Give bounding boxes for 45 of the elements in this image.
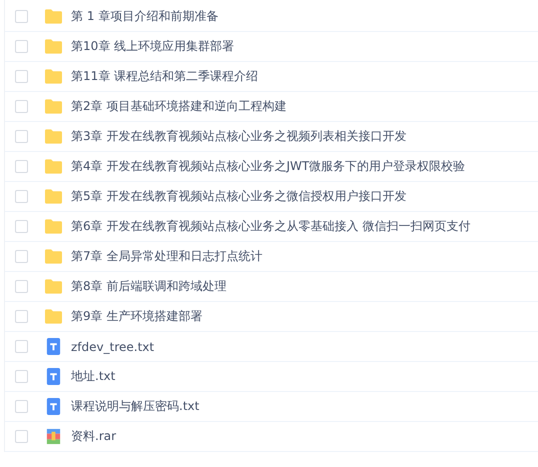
checkbox[interactable]	[15, 70, 28, 83]
folder-name[interactable]: 第3章 开发在线教育视频站点核心业务之视频列表相关接口开发	[71, 128, 406, 145]
text-file-icon	[45, 398, 62, 415]
checkbox[interactable]	[15, 10, 28, 23]
folder-icon	[45, 188, 62, 205]
checkbox[interactable]	[15, 160, 28, 173]
checkbox[interactable]	[15, 280, 28, 293]
folder-name[interactable]: 第6章 开发在线教育视频站点核心业务之从零基础接入 微信扫一扫网页支付	[71, 218, 470, 235]
folder-icon	[45, 38, 62, 55]
folder-icon	[45, 98, 62, 115]
folder-name[interactable]: 第 1 章项目介绍和前期准备	[71, 8, 218, 25]
archive-icon	[45, 428, 62, 445]
folder-name[interactable]: 第9章 生产环境搭建部署	[71, 308, 202, 325]
checkbox[interactable]	[15, 130, 28, 143]
checkbox[interactable]	[15, 400, 28, 413]
checkbox[interactable]	[15, 220, 28, 233]
folder-name[interactable]: 第2章 项目基础环境搭建和逆向工程构建	[71, 98, 286, 115]
file-name[interactable]: 地址.txt	[71, 368, 116, 385]
checkbox[interactable]	[15, 310, 28, 323]
text-file-icon	[45, 338, 62, 355]
folder-name[interactable]: 第8章 前后端联调和跨域处理	[71, 278, 226, 295]
folder-name[interactable]: 第7章 全局异常处理和日志打点统计	[71, 248, 262, 265]
folder-name[interactable]: 第5章 开发在线教育视频站点核心业务之微信授权用户接口开发	[71, 188, 406, 205]
checkbox[interactable]	[15, 340, 28, 353]
folder-icon	[45, 128, 62, 145]
folder-name[interactable]: 第11章 课程总结和第二季课程介绍	[71, 68, 258, 85]
folder-icon	[45, 278, 62, 295]
text-file-icon	[45, 368, 62, 385]
checkbox[interactable]	[15, 370, 28, 383]
folder-icon	[45, 158, 62, 175]
folder-icon	[45, 68, 62, 85]
checkbox[interactable]	[15, 430, 28, 443]
file-name[interactable]: 课程说明与解压密码.txt	[71, 398, 200, 415]
folder-name[interactable]: 第10章 线上环境应用集群部署	[71, 38, 234, 55]
folder-name[interactable]: 第4章 开发在线教育视频站点核心业务之JWT微服务下的用户登录权限校验	[71, 158, 466, 175]
checkbox[interactable]	[15, 190, 28, 203]
file-name[interactable]: zfdev_tree.txt	[71, 340, 154, 354]
folder-icon	[45, 8, 62, 25]
folder-icon	[45, 308, 62, 325]
checkbox[interactable]	[15, 40, 28, 53]
checkbox[interactable]	[15, 100, 28, 113]
checkbox[interactable]	[15, 250, 28, 263]
folder-icon	[45, 248, 62, 265]
file-name[interactable]: 资料.rar	[71, 428, 116, 445]
folder-icon	[45, 218, 62, 235]
